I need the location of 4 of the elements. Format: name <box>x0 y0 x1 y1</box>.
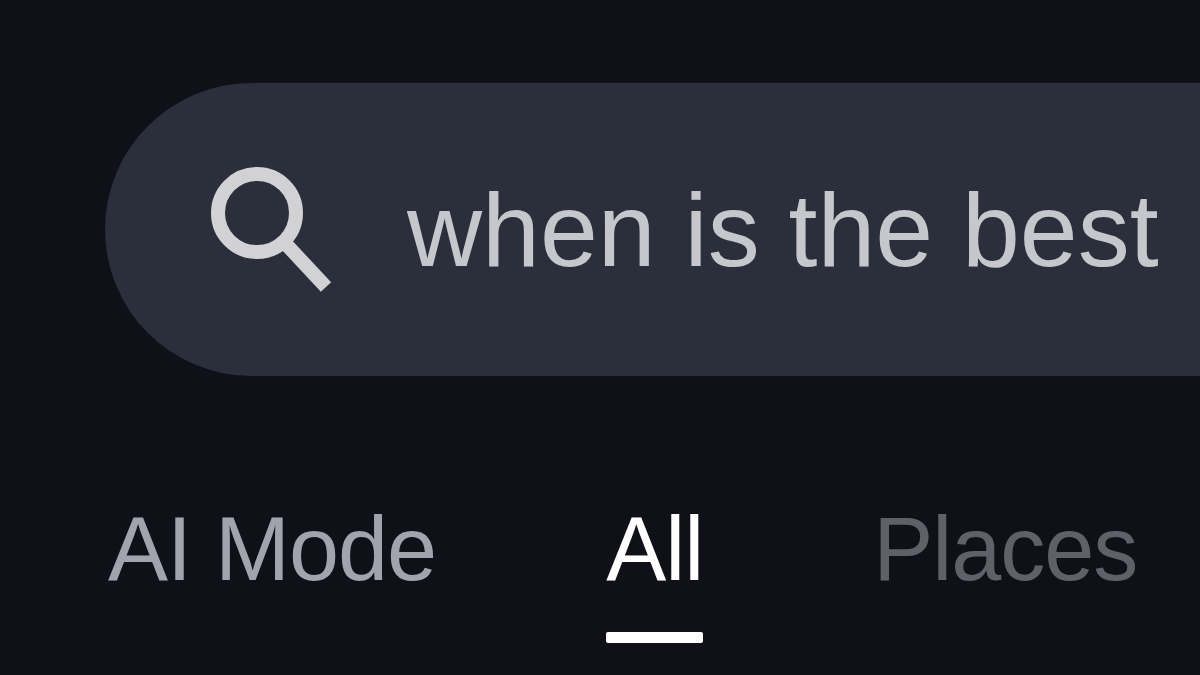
search-field[interactable]: when is the best <box>105 83 1200 376</box>
tab[interactable]: All <box>588 504 722 643</box>
tab[interactable]: AI Mode <box>90 504 455 643</box>
search-icon <box>210 166 332 293</box>
